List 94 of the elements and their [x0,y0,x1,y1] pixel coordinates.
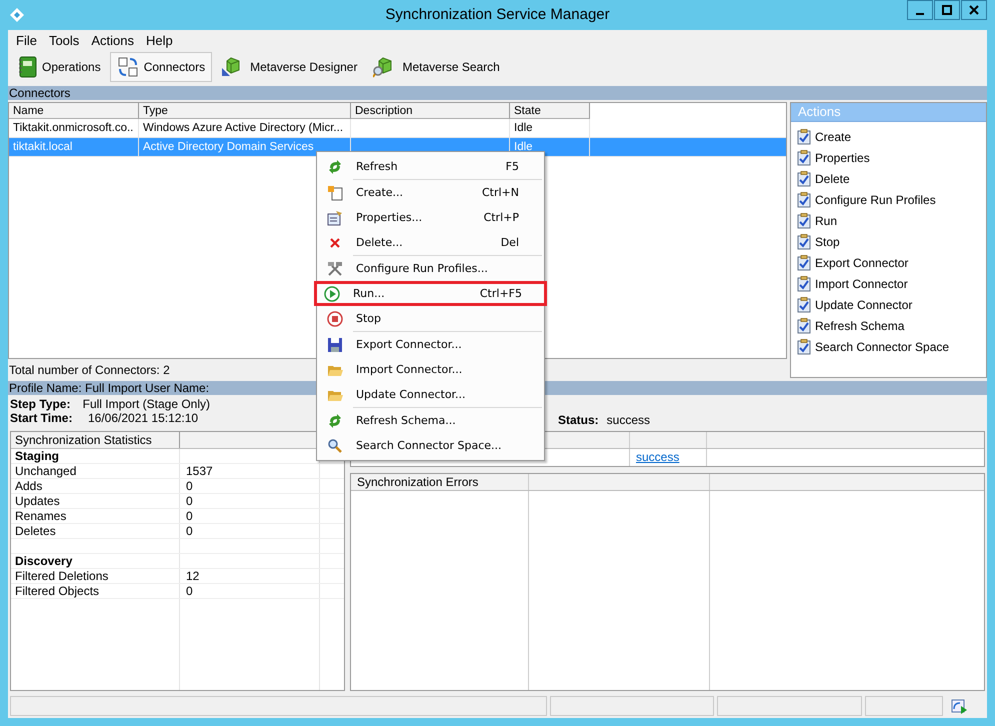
clipboard-check-icon [797,170,811,186]
clipboard-check-icon [797,234,811,250]
action-link[interactable]: Refresh Schema [791,315,904,336]
status-label: Status: [558,413,599,429]
group-heading: Staging [11,449,180,463]
table-cell: 1537 [180,464,320,478]
clipboard-check-icon [797,276,811,292]
table-cell: Windows Azure Active Directory (Micr... [139,119,351,137]
minimize-icon [916,13,924,15]
table-cell: Unchanged [11,464,180,478]
context-menu-item[interactable]: Export Connector... [317,332,544,357]
menu-item[interactable]: File [10,32,43,48]
clipboard-check-icon [797,318,811,334]
clipboard-check-icon [797,212,811,228]
close-icon [969,5,979,15]
section-header: Connectors [8,86,987,100]
field-label: Start Time: [10,411,74,425]
notebook-icon [17,56,37,78]
table-cell: 12 [180,569,320,583]
menu-item[interactable]: Help [140,32,179,48]
clipboard-check-icon [797,192,811,208]
table-cell: Renames [11,509,180,523]
toolbar-button[interactable]: Metaverse Search [366,52,507,82]
clipboard-check-icon [797,254,811,270]
column-header[interactable]: Description [351,103,510,119]
table-cell: Filtered Deletions [11,569,180,583]
action-link[interactable]: Update Connector [791,294,912,315]
stop-icon [327,310,343,326]
context-menu-item[interactable]: Delete... Del [317,230,544,255]
field-label: Step Type: [10,397,72,411]
table-cell: tiktakit.local [9,138,139,156]
toolbar-button[interactable]: Connectors [110,52,212,82]
minimize-button[interactable] [907,0,933,20]
menu-item[interactable]: Tools [42,32,86,48]
refresh-icon [327,412,343,428]
clipboard-check-icon [797,296,811,312]
sync-run-icon [950,697,968,715]
context-menu-item[interactable]: Search Connector Space... [317,433,544,458]
window-title: Synchronization Service Manager [385,6,610,23]
toolbar-button[interactable]: Operations [10,52,108,82]
context-menu-item[interactable]: Refresh Schema... [317,408,544,433]
context-menu-item[interactable]: Run... Ctrl+F5 [314,281,547,306]
clipboard-check-icon [797,128,811,144]
app-icon [9,7,25,23]
group-heading: Discovery [11,554,180,568]
new-document-icon [327,184,343,200]
context-menu-item[interactable]: Import Connector... [317,357,544,382]
context-menu-item[interactable]: Properties... Ctrl+P [317,205,544,230]
tools-icon [327,260,343,276]
maximize-icon [942,5,952,15]
close-button[interactable] [961,0,987,20]
action-link[interactable]: Create [791,126,852,147]
action-link[interactable]: Export Connector [791,252,908,273]
table-cell: 0 [180,584,320,598]
properties-icon [327,210,343,226]
context-menu-item[interactable]: Refresh F5 [317,154,544,179]
field-value: 16/06/2021 15:12:10 [88,411,198,425]
action-link[interactable]: Import Connector [791,273,908,294]
table-cell: Adds [11,479,180,493]
table-cell: 0 [180,479,320,493]
table-cell: Filtered Objects [11,584,180,598]
status-value: success [606,413,650,429]
column-header[interactable]: Type [139,103,351,119]
connector-count: Total number of Connectors: 2 [8,362,170,378]
table-cell: 0 [180,524,320,538]
menu-item[interactable]: Actions [85,32,140,48]
table-cell: Updates [11,494,180,508]
play-icon [324,286,340,302]
context-menu-item[interactable]: Create... Ctrl+N [317,180,544,205]
action-link[interactable]: Stop [791,231,840,252]
refresh-icon [327,158,343,174]
connectors-icon [116,56,139,78]
status-link[interactable]: success [636,450,680,464]
column-header[interactable]: Name [9,103,139,119]
maximize-button[interactable] [934,0,960,20]
field-value: Full Import (Stage Only) [82,397,210,411]
toolbar-button[interactable]: Metaverse Designer [214,52,364,82]
action-link[interactable]: Properties [791,147,870,168]
table-cell: Idle [510,119,590,137]
action-link[interactable]: Run [791,210,838,231]
context-menu-item[interactable]: Configure Run Profiles... [317,256,544,281]
clipboard-check-icon [797,150,811,166]
column-header[interactable]: State [510,103,590,119]
action-link[interactable]: Configure Run Profiles [791,189,936,210]
action-link[interactable]: Search Connector Space [791,336,950,357]
search-icon [327,438,343,454]
context-menu-item[interactable]: Stop [317,306,544,331]
clipboard-check-icon [797,338,811,354]
table-cell: 0 [180,509,320,523]
table-cell: Tiktakit.onmicrosoft.co.. [9,119,139,137]
action-link[interactable]: Delete [791,168,850,189]
table-cell: 0 [180,494,320,508]
table-cell: Deletes [11,524,180,538]
panel-title: Actions [791,103,986,122]
